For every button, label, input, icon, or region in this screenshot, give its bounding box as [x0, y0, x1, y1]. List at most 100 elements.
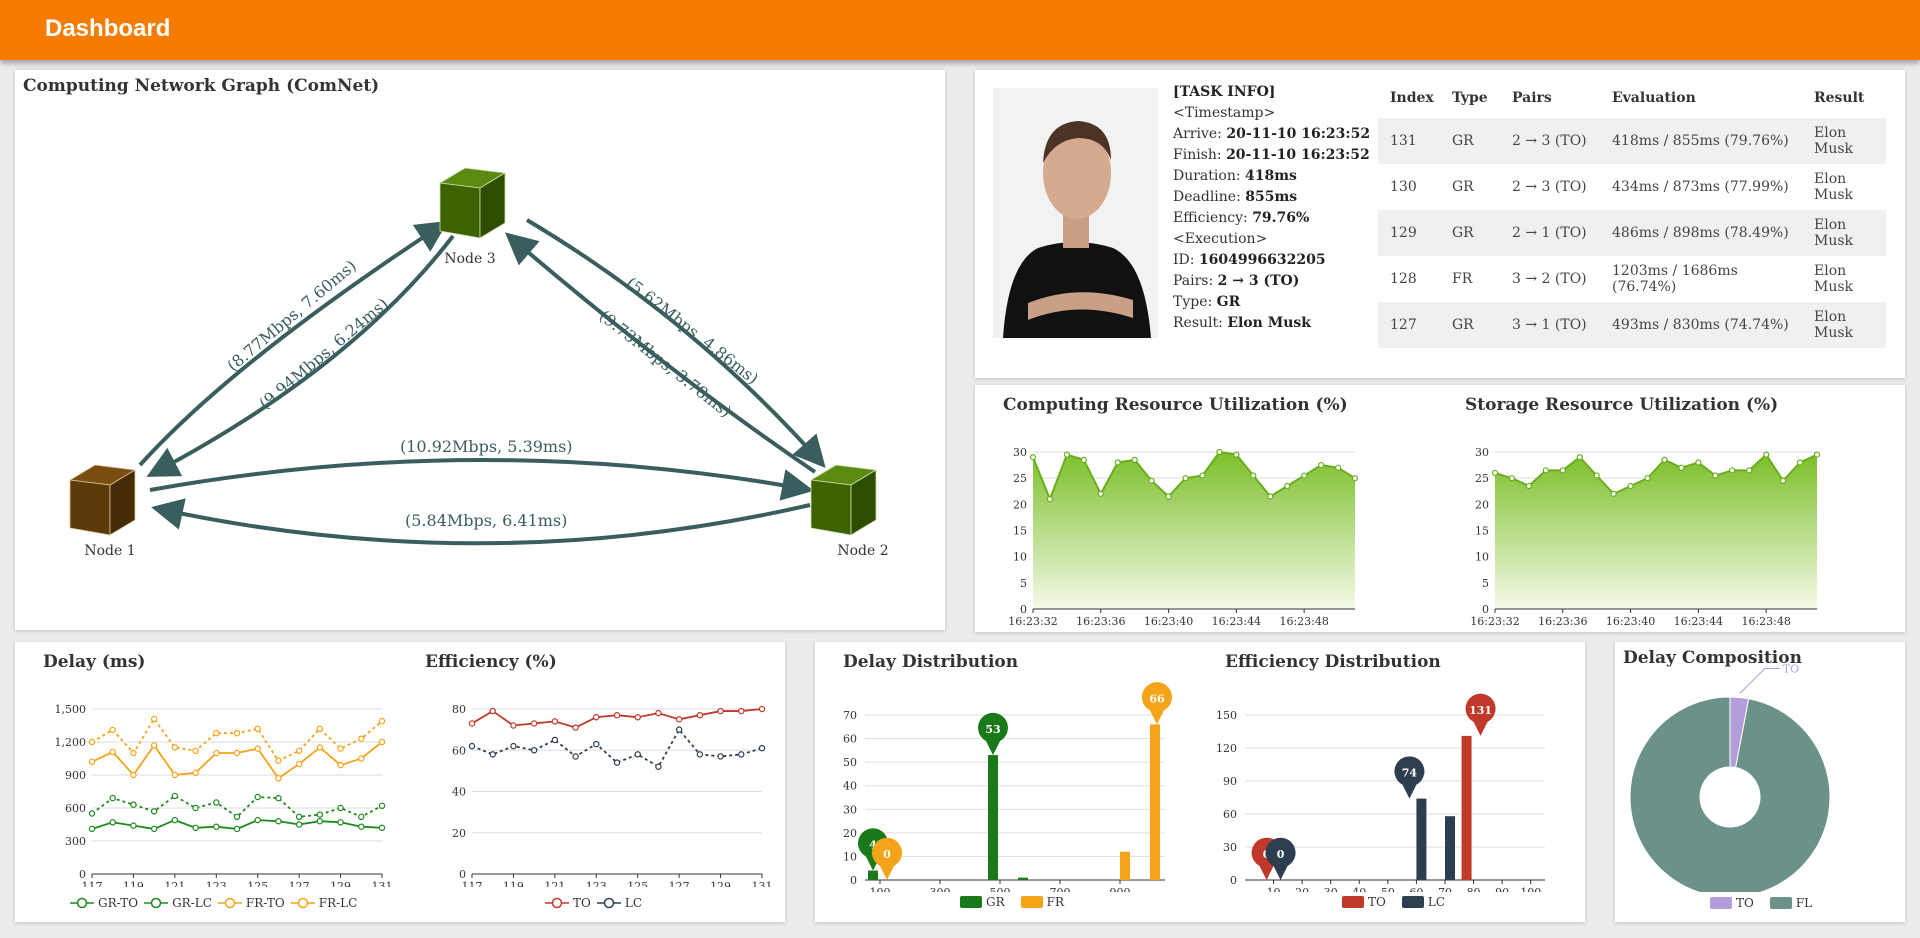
data-point	[130, 771, 137, 779]
y-tick-label: 1,500	[55, 703, 87, 716]
legend-item-to[interactable]: TO	[1342, 895, 1386, 909]
col-type[interactable]: Type	[1440, 78, 1500, 118]
table-row[interactable]: 128 FR 3 → 2 (TO) 1203ms / 1686ms (76.74%) E…	[1378, 256, 1886, 302]
col-evaluation[interactable]: Evaluation	[1600, 78, 1802, 118]
legend-item-lc[interactable]: LC	[596, 896, 642, 910]
x-tick-label: 16:23:40	[1606, 615, 1655, 625]
data-point	[337, 804, 344, 812]
legend-item-gr[interactable]: GR	[960, 895, 1005, 909]
y-tick-label: 20	[452, 827, 466, 840]
y-tick-label: 70	[843, 709, 857, 722]
table-row[interactable]: 129 GR 2 → 1 (TO) 486ms / 898ms (78.49%) Elo…	[1378, 210, 1886, 256]
legend-label: FR-TO	[245, 896, 285, 910]
data-point	[613, 711, 621, 719]
legend-item-fr-lc[interactable]: FR-LC	[290, 896, 357, 910]
data-point	[130, 822, 137, 829]
legend-item-to[interactable]: TO	[545, 896, 591, 910]
table-cell: 131	[1378, 118, 1440, 164]
network-graph-panel: Computing Network Graph (ComNet) (8.77Mb…	[15, 70, 945, 630]
data-point	[337, 761, 344, 769]
data-point	[1542, 467, 1549, 474]
legend-item-to[interactable]: TO	[1710, 896, 1754, 910]
data-point	[1182, 475, 1189, 482]
deadline-value: 855ms	[1245, 189, 1298, 205]
edge-n3-n2[interactable]	[525, 218, 826, 468]
data-point	[192, 804, 199, 812]
legend-label: LC	[624, 896, 642, 910]
pin-label: 0	[883, 848, 891, 861]
pin-label: 66	[1149, 692, 1165, 705]
legend-item-lc[interactable]: LC	[1401, 895, 1445, 909]
data-point	[1627, 482, 1634, 490]
data-point	[88, 758, 96, 766]
y-tick-label: 30	[1013, 446, 1027, 459]
data-point	[295, 760, 303, 768]
data-point	[109, 819, 116, 826]
x-tick-label: 40	[1352, 886, 1366, 892]
legend-swatch	[1342, 896, 1364, 908]
x-tick-label: 16:23:40	[1144, 615, 1193, 625]
data-point	[510, 722, 517, 729]
value-pin: 0	[1265, 837, 1296, 880]
node-2[interactable]: Node 2	[809, 464, 889, 559]
data-point	[192, 747, 199, 755]
x-tick-label: 127	[669, 880, 690, 887]
bar-fr	[1120, 851, 1130, 880]
table-row[interactable]: 127 GR 3 → 1 (TO) 493ms / 830ms (74.74%) Elo…	[1378, 302, 1886, 348]
data-point	[1593, 472, 1600, 479]
y-tick-label: 15	[1013, 525, 1027, 538]
table-row[interactable]: 130 GR 2 → 3 (TO) 434ms / 873ms (77.99%) Elo…	[1378, 164, 1886, 210]
legend-item-gr-lc[interactable]: GR-LC	[144, 896, 212, 910]
legend-label: TO	[573, 896, 591, 910]
x-tick-label: 80	[1467, 886, 1481, 892]
pairs-label: Pairs:	[1173, 273, 1214, 289]
col-result[interactable]: Result	[1802, 78, 1886, 118]
legend-item-fr-to[interactable]: FR-TO	[217, 896, 285, 910]
task-info-heading: [TASK INFO]	[1173, 84, 1276, 100]
finish-label: Finish:	[1173, 147, 1222, 163]
data-point	[572, 724, 579, 731]
legend-swatch	[1020, 896, 1043, 908]
data-point	[275, 817, 282, 825]
result-label: Result:	[1173, 315, 1223, 331]
legend-label: FL	[1795, 896, 1813, 910]
table-row[interactable]: 131 GR 2 → 3 (TO) 418ms / 855ms (79.76%) Elo…	[1378, 118, 1886, 164]
node-3[interactable]: Node 3	[438, 167, 507, 267]
legend-swatch	[1401, 896, 1424, 908]
table-cell: GR	[1440, 210, 1500, 256]
col-index[interactable]: Index	[1378, 78, 1440, 118]
id-label: ID:	[1173, 252, 1195, 268]
edge-n1-n2[interactable]	[149, 458, 814, 501]
data-point	[551, 718, 559, 725]
storage-chart-title: Storage Resource Utilization (%)	[1465, 395, 1779, 415]
data-point	[1318, 461, 1325, 469]
col-pairs[interactable]: Pairs	[1500, 78, 1600, 118]
table-cell: 3 → 2 (TO)	[1512, 271, 1587, 287]
data-point	[316, 725, 324, 733]
pin-label: 0	[1277, 848, 1285, 861]
legend-item-fr[interactable]: FR	[1020, 895, 1064, 909]
y-tick-label: 15	[1475, 525, 1489, 538]
x-tick-label: 500	[990, 886, 1011, 892]
legend-item-fl[interactable]: FL	[1769, 896, 1813, 910]
data-point	[1046, 495, 1054, 503]
x-tick-label: 100	[870, 886, 891, 892]
legend-item-gr-to[interactable]: GR-TO	[70, 896, 138, 910]
edge-label-n3-n2: (5.62Mbps, 4.86ms)	[623, 273, 763, 388]
data-point	[1678, 464, 1685, 471]
composition-legend: TO FL	[1710, 896, 1822, 910]
data-point	[717, 707, 724, 715]
edge-label-n2-n1: (5.84Mbps, 6.41ms)	[405, 511, 567, 530]
x-tick-label: 16:23:32	[1008, 615, 1057, 625]
data-point	[358, 813, 365, 821]
delay-chart: 03006009001,2001,500117 119 121 123 125 127 12…	[55, 703, 391, 887]
data-point	[1610, 490, 1617, 497]
slice-leader-line	[1739, 667, 1780, 694]
x-tick-label: 121	[164, 880, 185, 887]
edge-n1-n3[interactable]	[138, 220, 449, 467]
y-tick-label: 600	[65, 802, 86, 815]
y-tick-label: 20	[843, 827, 857, 840]
node-1[interactable]: Node 1	[68, 464, 137, 559]
arrive-value: 20-11-10 16:23:52	[1226, 126, 1371, 142]
table-cell: 129	[1378, 210, 1440, 256]
